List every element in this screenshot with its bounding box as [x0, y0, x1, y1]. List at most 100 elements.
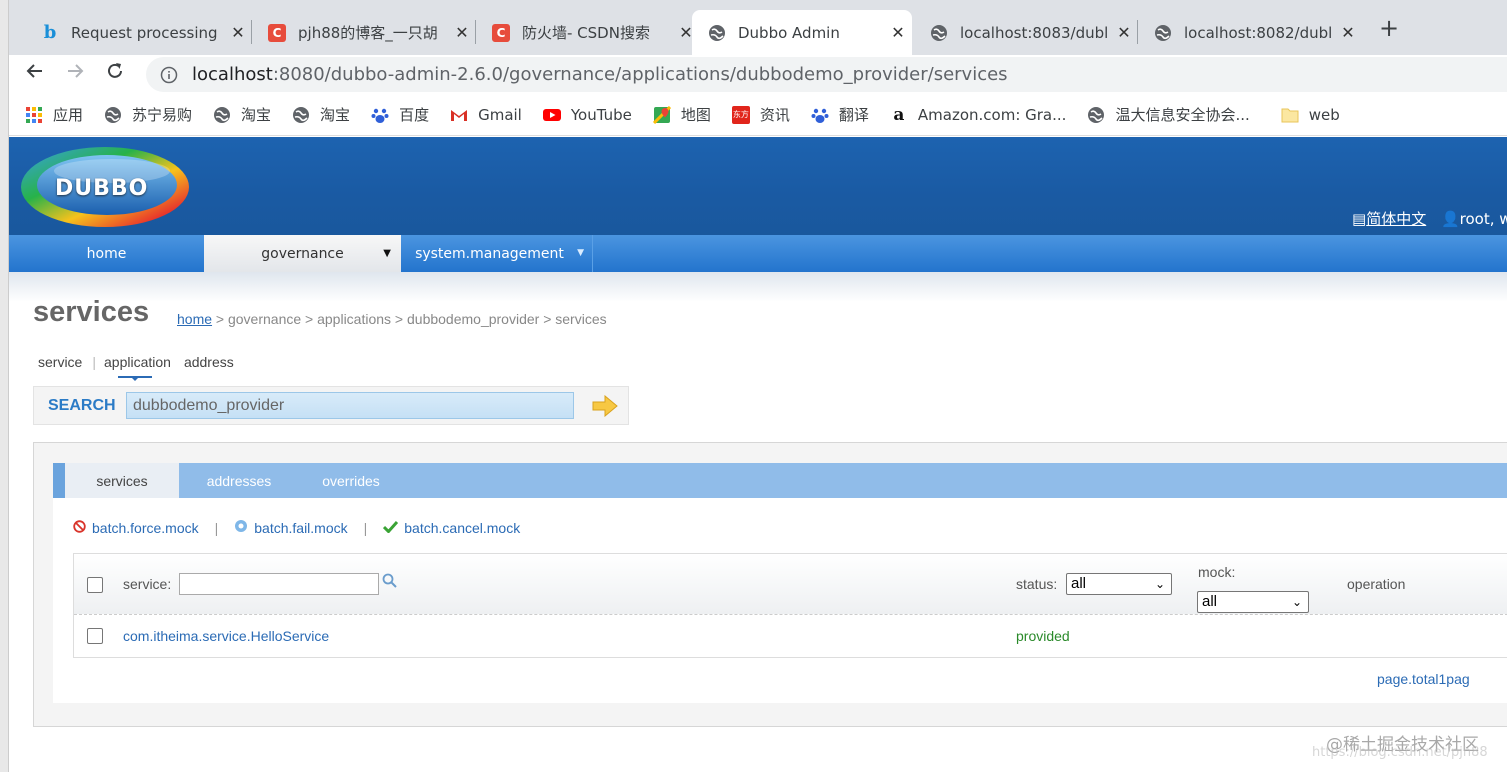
column-status-label: status:	[1016, 576, 1058, 592]
status-filter-select[interactable]: all ⌄	[1066, 573, 1172, 595]
bookmark-label: 苏宁易购	[132, 106, 193, 124]
batch-cancel-mock-link[interactable]: batch.cancel.mock	[404, 520, 520, 536]
dropdown-caret-icon: ▼	[383, 248, 391, 259]
tab-title: pjh88的博客_一只胡	[298, 24, 438, 42]
browser-tab-request-processing[interactable]: b Request processing ✕	[25, 10, 252, 55]
bookmark-taobao-2[interactable]: 淘宝	[292, 104, 350, 125]
bookmark-youtube[interactable]: YouTube	[542, 105, 632, 124]
results-inner: services addresses overrides batch.force…	[53, 463, 1507, 703]
gear-icon	[234, 519, 248, 536]
nav-home[interactable]: home	[9, 235, 204, 272]
dubbo-logo[interactable]: DUBBO	[17, 141, 193, 229]
new-tab-button[interactable]: +	[1375, 14, 1403, 42]
result-tabs: services addresses overrides	[53, 463, 1507, 498]
bookmark-label: YouTube	[570, 105, 632, 124]
bookmark-taobao[interactable]: 淘宝	[213, 104, 271, 125]
forbid-icon	[73, 519, 86, 536]
batch-force-mock-link[interactable]: batch.force.mock	[92, 520, 199, 536]
browser-tab-localhost-8082[interactable]: localhost:8082/dubl ✕	[1138, 10, 1362, 55]
browser-tab-strip: b Request processing ✕ C pjh88的博客_一只胡 ✕ …	[9, 0, 1507, 55]
browser-tab-pjh88-blog[interactable]: C pjh88的博客_一只胡 ✕	[252, 10, 476, 55]
youtube-icon	[542, 106, 561, 124]
bookmark-folder-web[interactable]: web	[1281, 106, 1340, 124]
column-operation-label: operation	[1347, 576, 1406, 592]
bookmark-label: Amazon.com: Gra...	[917, 105, 1067, 124]
bookmark-apps[interactable]: 应用	[25, 104, 83, 125]
apps-grid-icon	[25, 106, 43, 124]
service-filter-input[interactable]	[179, 573, 379, 595]
search-tab-service[interactable]: service	[38, 354, 82, 370]
user-name[interactable]: root, we	[1460, 210, 1507, 228]
column-mock-label: mock:	[1198, 564, 1236, 580]
bookmarks-bar: 应用 苏宁易购 淘宝 淘宝 百度 Gmail YouTube 地图 东方 资讯 …	[9, 94, 1507, 136]
nav-governance[interactable]: governance ▼	[204, 235, 401, 272]
search-tab-application[interactable]: application	[104, 354, 171, 370]
globe-icon	[213, 106, 231, 124]
bookmark-maps[interactable]: 地图	[652, 104, 711, 125]
nav-system-management[interactable]: system.management ▼	[401, 235, 593, 272]
bookmark-gmail[interactable]: Gmail	[450, 106, 522, 124]
search-label: SEARCH	[48, 397, 116, 414]
status-selected-value: all	[1071, 575, 1087, 592]
globe-icon	[930, 24, 948, 42]
tab-addresses[interactable]: addresses	[183, 463, 295, 498]
batch-fail-mock-link[interactable]: batch.fail.mock	[254, 520, 347, 536]
globe-icon	[708, 24, 726, 42]
bookmark-label: 淘宝	[241, 106, 272, 124]
mock-filter-select[interactable]: all ⌄	[1197, 591, 1309, 613]
forward-button[interactable]	[60, 59, 90, 89]
browser-toolbar: localhost:8080/dubbo-admin-2.6.0/governa…	[9, 55, 1507, 94]
select-all-checkbox[interactable]	[87, 577, 103, 593]
close-tab-icon[interactable]: ✕	[448, 23, 476, 42]
back-button[interactable]	[20, 59, 50, 89]
back-arrow-icon	[26, 64, 42, 78]
browser-tab-dubbo-admin[interactable]: Dubbo Admin ✕	[692, 10, 912, 55]
tab-overrides[interactable]: overrides	[295, 463, 407, 498]
bookmark-translate[interactable]: 翻译	[811, 104, 869, 125]
reload-button[interactable]	[100, 59, 130, 89]
app-header: DUBBO ▤简体中文 👤root, we	[9, 137, 1507, 235]
browser-tab-localhost-8083[interactable]: localhost:8083/dubl ✕	[914, 10, 1138, 55]
row-checkbox[interactable]	[87, 628, 103, 644]
bookmark-suning[interactable]: 苏宁易购	[104, 104, 192, 125]
address-bar[interactable]: localhost:8080/dubbo-admin-2.6.0/governa…	[146, 57, 1507, 92]
baidu-icon	[371, 106, 389, 124]
mock-selected-value: all	[1202, 593, 1218, 610]
main-nav: home governance ▼ system.management ▼	[9, 235, 1507, 272]
tab-title: localhost:8083/dubl	[960, 23, 1109, 42]
search-input[interactable]	[126, 392, 574, 419]
search-icon[interactable]	[382, 573, 398, 592]
close-tab-icon[interactable]: ✕	[884, 23, 912, 42]
amazon-icon: a	[893, 104, 905, 125]
search-tab-address[interactable]: address	[184, 354, 234, 370]
breadcrumb: home > governance > applications > dubbo…	[177, 311, 607, 327]
service-name-link[interactable]: com.itheima.service.HelloService	[123, 628, 329, 644]
table-row: com.itheima.service.HelloService provide…	[74, 616, 1507, 658]
bookmark-news[interactable]: 东方 资讯	[731, 104, 790, 125]
status-badge: provided	[1016, 628, 1070, 644]
bookmark-label: web	[1308, 105, 1340, 124]
info-icon[interactable]	[160, 66, 178, 84]
bookmark-label: 淘宝	[320, 106, 351, 124]
breadcrumb-home-link[interactable]: home	[177, 311, 212, 327]
tab-services[interactable]: services	[65, 463, 179, 498]
news-icon: 东方	[731, 105, 750, 124]
arrow-right-icon	[592, 394, 618, 418]
search-submit-button[interactable]	[592, 394, 618, 418]
close-tab-icon[interactable]: ✕	[1110, 23, 1138, 42]
desktop-edge	[0, 0, 9, 772]
close-tab-icon[interactable]: ✕	[1334, 23, 1362, 42]
baidu-icon	[811, 106, 829, 124]
bookmark-wenzhou[interactable]: 温大信息安全协会...	[1087, 104, 1250, 125]
csdn-icon: C	[492, 23, 510, 42]
close-tab-icon[interactable]: ✕	[224, 23, 252, 42]
search-type-tabs: service | application address	[38, 354, 234, 370]
globe-icon	[292, 106, 310, 124]
services-table: service: status: all ⌄ mock: all ⌄ opera…	[73, 553, 1507, 658]
browser-tab-csdn-search[interactable]: C 防火墙- CSDN搜索 ✕	[476, 10, 700, 55]
nav-home-label: home	[86, 245, 127, 262]
language-link[interactable]: 简体中文	[1366, 210, 1426, 228]
pagination-info: page.total1pag	[1377, 671, 1470, 687]
bookmark-baidu[interactable]: 百度	[371, 104, 429, 125]
bookmark-amazon[interactable]: a Amazon.com: Gra...	[890, 104, 1067, 125]
